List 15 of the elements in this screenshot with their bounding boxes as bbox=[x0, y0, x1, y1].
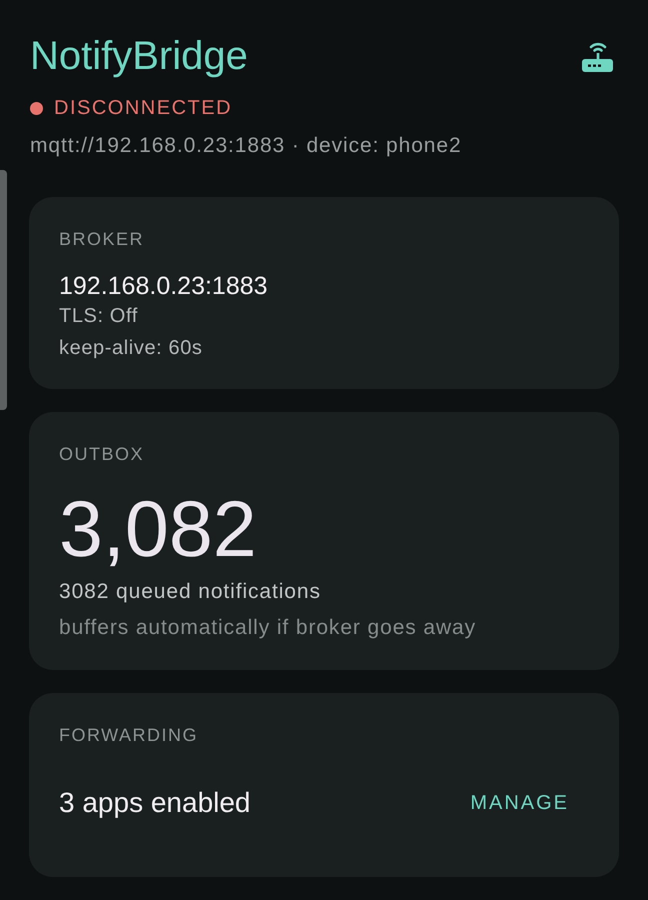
queued-count: 3,082 bbox=[59, 483, 257, 575]
broker-address: 192.168.0.23:1883 bbox=[59, 272, 268, 300]
manage-button[interactable]: MANAGE bbox=[454, 783, 585, 823]
card-heading: FORWARDING bbox=[59, 724, 198, 746]
broker-detail: TLS: Off bbox=[59, 304, 138, 329]
app-title: NotifyBridge bbox=[30, 33, 248, 80]
connection-status: DISCONNECTED bbox=[54, 96, 232, 121]
card-heading: BROKER bbox=[59, 228, 144, 250]
card-heading: OUTBOX bbox=[59, 443, 144, 465]
enabled-apps-summary: 3 apps enabled bbox=[59, 786, 251, 820]
queued-caption: 3082 queued notifications bbox=[59, 579, 321, 605]
broker-detail: keep-alive: 60s bbox=[59, 336, 203, 361]
connection-endpoint: mqtt://192.168.0.23:1883 · device: phone2 bbox=[30, 133, 462, 159]
router-icon[interactable] bbox=[581, 40, 614, 73]
buffer-note: buffers automatically if broker goes away bbox=[59, 615, 476, 641]
